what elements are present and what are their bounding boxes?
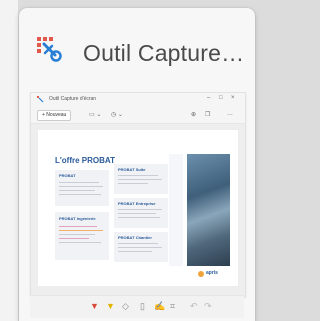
doc-box-suite: PROBAT Suite — [114, 164, 168, 194]
maximize-icon: □ — [219, 95, 223, 101]
delay-icon: ◷ ⌄ — [111, 112, 123, 118]
doc-box-title: PROBAT Chantier — [118, 235, 152, 240]
markup-toolbar: ▼ ▼ ◇ ▯ ✍ ⌗ ↶ ↷ — [30, 295, 244, 318]
window-preview[interactable]: Outil Capture d'écran – □ × + Nouveau ▭ … — [30, 92, 246, 297]
ruler-icon: ▯ — [140, 301, 145, 311]
doc-box-ingenierie: PROBAT Ingénierie — [55, 212, 109, 260]
preview-titlebar: Outil Capture d'écran – □ × — [31, 93, 245, 107]
new-button: + Nouveau — [37, 110, 72, 121]
doc-box-title: PROBAT Ingénierie — [59, 216, 96, 221]
doc-box-chantier: PROBAT Chantier — [114, 232, 168, 262]
doc-box-title: PROBAT Suite — [118, 167, 146, 172]
doc-logo-text: apris — [206, 270, 218, 276]
mini-snipping-icon — [37, 96, 44, 103]
zoom-icon: ⊕ — [191, 112, 197, 118]
undo-icon: ↶ — [190, 301, 198, 311]
more-icon: … — [227, 111, 233, 117]
thumbnail-header: Outil Capture… — [19, 8, 255, 80]
preview-toolbar: + Nouveau ▭ ⌄ ◷ ⌄ ⊕ ❐ … — [31, 107, 245, 124]
highlighter-icon: ▼ — [106, 301, 115, 311]
doc-vertical-band — [169, 154, 183, 266]
doc-box-title: PROBAT Entreprise — [118, 201, 156, 206]
taskbar-thumbnail-card[interactable]: Outil Capture… Outil Capture d'écran – □… — [19, 8, 255, 321]
eraser-icon: ◇ — [122, 301, 129, 311]
app-title: Outil Capture… — [83, 40, 245, 66]
logo-mark — [198, 271, 204, 277]
document-page: L'offre PROBAT PROBAT PROBAT Suite PROBA… — [38, 130, 238, 286]
pen-icon: ▼ — [90, 301, 99, 311]
doc-box-title: PROBAT — [59, 173, 76, 178]
close-icon: × — [231, 95, 235, 101]
document-heading: L'offre PROBAT — [55, 156, 115, 165]
crop-icon: ⌗ — [170, 301, 176, 311]
copy-icon: ❐ — [205, 112, 211, 118]
snipping-tool-icon — [37, 37, 62, 62]
captured-document: L'offre PROBAT PROBAT PROBAT Suite PROBA… — [31, 124, 245, 296]
redo-icon: ↷ — [204, 301, 212, 311]
background-edge — [0, 0, 18, 321]
minimize-icon: – — [207, 95, 211, 101]
doc-box-probat: PROBAT — [55, 170, 109, 206]
touch-write-icon: ✍ — [154, 301, 166, 311]
preview-title: Outil Capture d'écran — [49, 96, 97, 102]
doc-box-entreprise: PROBAT Entreprise — [114, 198, 168, 228]
doc-photo — [187, 154, 230, 266]
snip-mode-icon: ▭ ⌄ — [89, 112, 102, 118]
